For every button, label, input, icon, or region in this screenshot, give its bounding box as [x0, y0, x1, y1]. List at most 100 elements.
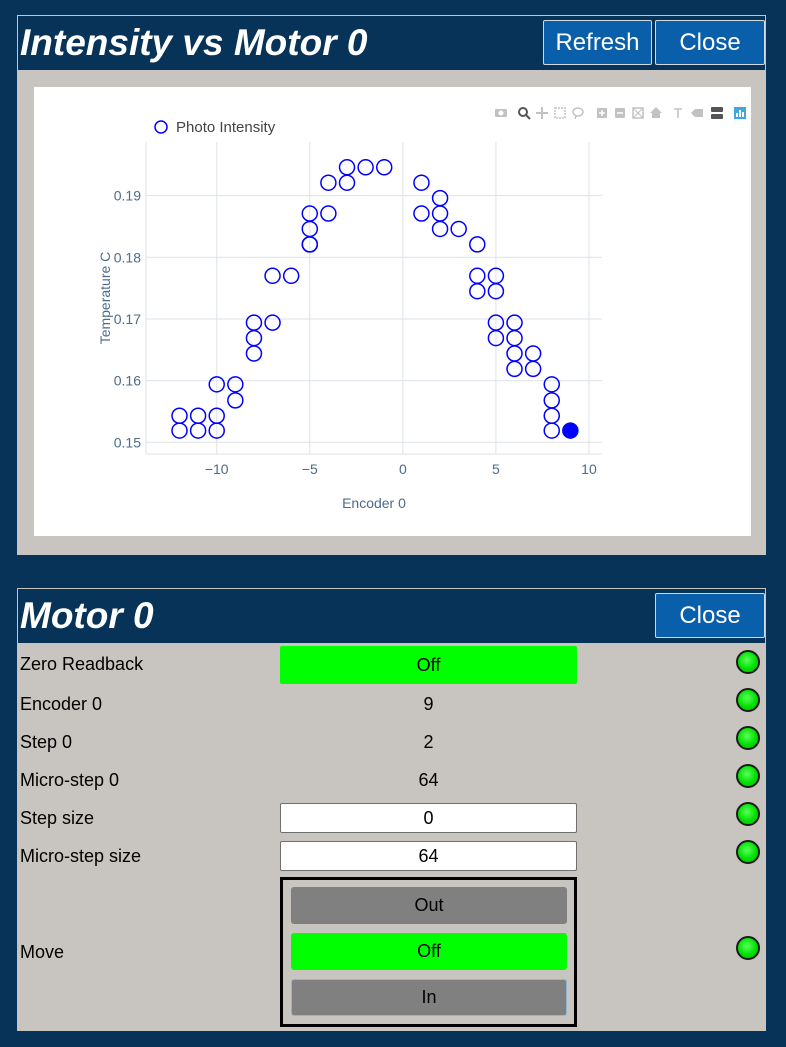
data-point — [413, 174, 430, 191]
micro-step-size-label: Micro-step size — [20, 846, 142, 866]
x-tick-label: 0 — [399, 461, 407, 477]
data-point — [413, 205, 430, 222]
y-tick-label: 0.16 — [114, 373, 141, 389]
move-out-button[interactable]: Out — [291, 887, 567, 924]
x-tick-label: 10 — [581, 461, 597, 477]
data-point — [320, 205, 337, 222]
micro-step-value: 64 — [418, 770, 439, 790]
data-point — [189, 407, 207, 425]
data-point — [338, 159, 356, 176]
legend-marker — [154, 120, 168, 134]
data-point — [506, 314, 523, 331]
step-value: 2 — [423, 732, 434, 752]
x-axis-title: Encoder 0 — [342, 495, 406, 511]
data-point — [506, 329, 523, 347]
chart-panel-title: Intensity vs Motor 0 — [20, 22, 368, 63]
zero-readback-toggle[interactable]: Off — [280, 646, 577, 684]
encoder-led — [736, 688, 760, 712]
motor-panel: Motor 0 Close Zero Readback Off Encoder … — [17, 588, 766, 1031]
plot-area[interactable]: −10 −5 0 5 10 0.15 0.16 0.17 0.18 0.19 Encoder 0 Te… — [34, 87, 751, 536]
zoom-in-icon[interactable] — [597, 108, 607, 118]
camera-icon[interactable] — [495, 109, 507, 117]
data-point — [357, 159, 374, 176]
move-state-toggle[interactable]: Off — [291, 933, 567, 970]
data-point — [431, 205, 449, 222]
close-motor-button[interactable]: Close — [655, 593, 765, 638]
data-point — [245, 329, 263, 347]
x-tick-label: 5 — [492, 461, 500, 477]
data-point — [469, 236, 486, 253]
micro-step-label: Micro-step 0 — [20, 770, 120, 790]
data-point — [469, 282, 486, 300]
data-point — [506, 345, 523, 362]
zoom-out-icon[interactable] — [615, 108, 625, 118]
data-point — [227, 392, 244, 409]
move-led — [736, 936, 760, 960]
data-point — [543, 407, 560, 425]
data-point — [171, 407, 188, 425]
data-point — [320, 174, 337, 191]
data-point — [543, 376, 560, 393]
data-point — [543, 392, 560, 409]
step-size-led — [736, 802, 760, 826]
hover-compare-icon[interactable] — [711, 107, 723, 119]
chart-panel: Intensity vs Motor 0 Refresh Close −10 −5… — [17, 15, 766, 555]
step-size-label: Step size — [20, 808, 95, 828]
close-chart-button[interactable]: Close — [655, 20, 765, 65]
spike-lines-icon[interactable] — [674, 108, 682, 118]
box-select-icon[interactable] — [554, 107, 566, 119]
data-point — [431, 189, 449, 207]
step-label: Step 0 — [20, 732, 73, 752]
data-point — [245, 314, 263, 331]
micro-step-led — [736, 764, 760, 788]
pan-icon[interactable] — [536, 107, 548, 119]
reset-axes-icon[interactable] — [650, 107, 662, 118]
scatter-chart[interactable]: −10 −5 0 5 10 0.15 0.16 0.17 0.18 0.19 Encoder 0 Te… — [34, 87, 751, 536]
y-tick-label: 0.17 — [114, 311, 141, 327]
data-point — [264, 267, 281, 285]
step-size-input[interactable]: 0 — [280, 803, 577, 833]
move-control: Out Off In — [280, 877, 577, 1027]
move-label: Move — [20, 942, 65, 962]
data-point — [227, 376, 244, 393]
y-tick-label: 0.19 — [114, 188, 141, 204]
data-point — [338, 174, 356, 191]
zero-readback-label: Zero Readback — [20, 654, 144, 674]
autoscale-icon[interactable] — [632, 107, 644, 119]
micro-step-size-led — [736, 840, 760, 864]
zero-readback-led — [736, 650, 760, 674]
motor-panel-header: Motor 0 Close — [18, 589, 765, 643]
data-point — [469, 267, 486, 285]
x-tick-label: −5 — [302, 461, 318, 477]
y-tick-label: 0.18 — [114, 249, 141, 265]
data-point — [524, 360, 542, 378]
refresh-button[interactable]: Refresh — [543, 20, 652, 65]
encoder-value: 9 — [423, 694, 434, 714]
data-point — [431, 220, 449, 238]
data-point — [245, 345, 263, 362]
data-point — [264, 314, 281, 331]
y-axis-title: Temperature C — [97, 252, 113, 345]
move-in-button[interactable]: In — [291, 979, 567, 1016]
data-point — [524, 345, 542, 362]
micro-step-size-input[interactable]: 64 — [280, 841, 577, 871]
encoder-label: Encoder 0 — [20, 694, 103, 714]
step-led — [736, 726, 760, 750]
plotly-logo-icon[interactable] — [734, 107, 746, 119]
data-point — [375, 159, 393, 176]
current-position-point — [562, 422, 579, 439]
data-point — [506, 360, 523, 378]
lasso-select-icon[interactable] — [572, 107, 584, 120]
data-point — [171, 422, 188, 439]
chart-panel-header: Intensity vs Motor 0 Refresh Close — [18, 16, 765, 70]
data-point — [282, 267, 300, 285]
motor-panel-title: Motor 0 — [20, 595, 154, 636]
legend-label: Photo Intensity — [176, 119, 276, 136]
hover-closest-icon[interactable] — [691, 109, 703, 117]
data-point — [543, 422, 560, 439]
data-point — [450, 220, 467, 238]
y-tick-label: 0.15 — [114, 434, 141, 450]
data-point — [189, 422, 207, 439]
x-tick-label: −10 — [205, 461, 229, 477]
zoom-icon[interactable] — [518, 107, 531, 120]
